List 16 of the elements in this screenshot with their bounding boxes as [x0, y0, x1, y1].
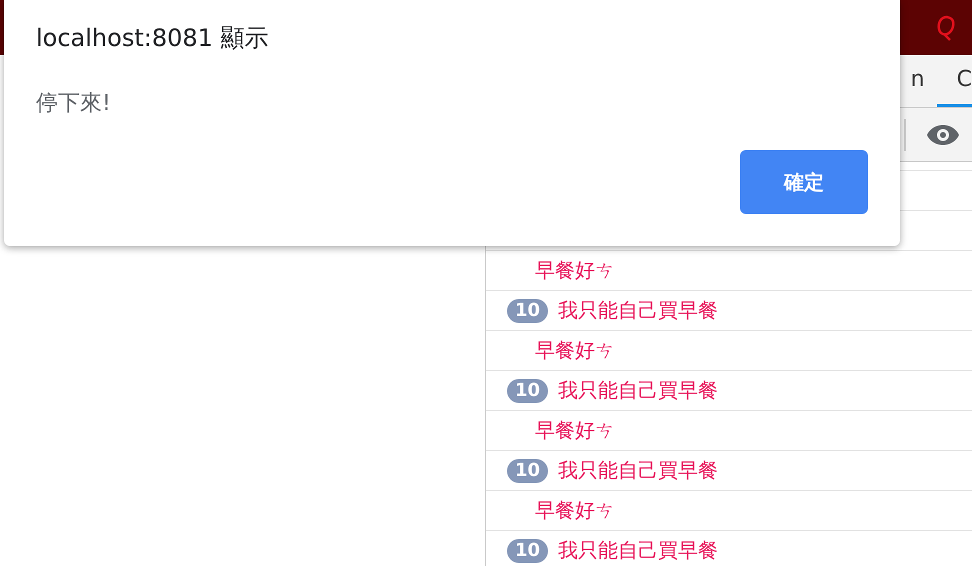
ok-button[interactable]: 確定 — [740, 150, 868, 214]
console-message: 早餐好ㄘ — [535, 417, 615, 444]
console-message: 我只能自己買早餐 — [558, 457, 718, 484]
console-message: 早餐好ㄘ — [535, 257, 615, 284]
console-message: 我只能自己買早餐 — [558, 297, 718, 324]
repeat-count-badge: 10 — [507, 538, 548, 562]
eye-icon[interactable] — [926, 124, 960, 146]
console-message: 早餐好ㄘ — [535, 337, 615, 364]
console-message: 我只能自己買早餐 — [558, 537, 718, 564]
dialog-title: localhost:8081 顯示 — [36, 23, 269, 54]
console-message: 我只能自己買早餐 — [558, 377, 718, 404]
repeat-count-badge: 10 — [507, 378, 548, 402]
repeat-count-badge: 10 — [507, 458, 548, 482]
console-message: 早餐好ㄘ — [535, 497, 615, 524]
dialog-message: 停下來! — [36, 90, 111, 118]
repeat-count-badge: 10 — [507, 298, 548, 322]
